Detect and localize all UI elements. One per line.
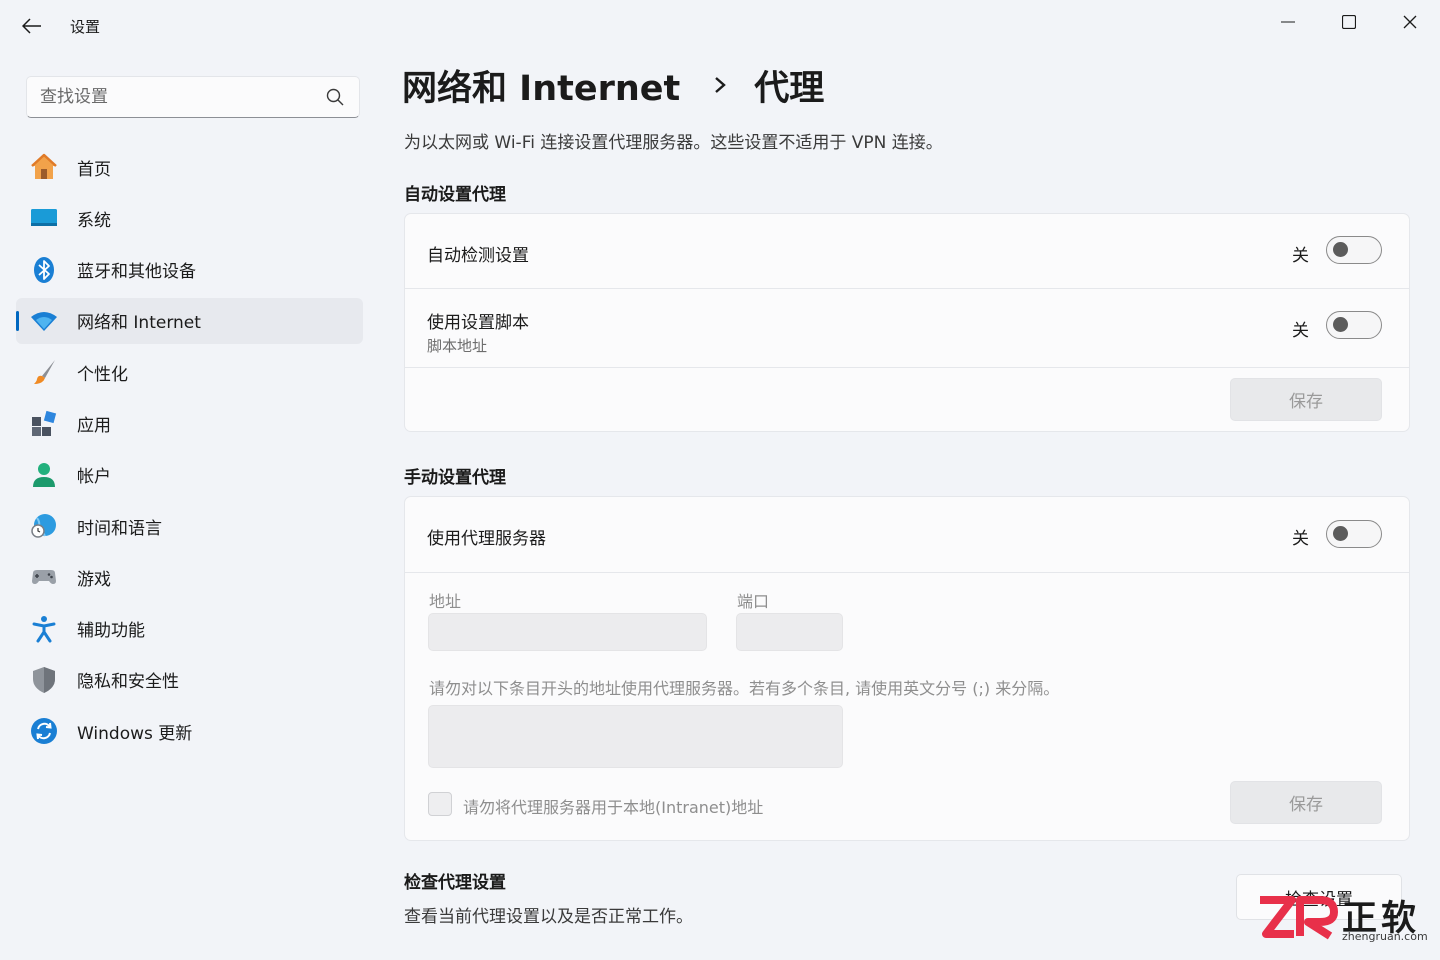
auto-detect-label: 自动检测设置 — [427, 246, 529, 266]
sidebar-item-accounts[interactable]: 帐户 — [16, 452, 363, 498]
search-input[interactable] — [27, 77, 317, 117]
sidebar-nav: 首页 系统 蓝牙和其他设备 网络和 Internet 个性化 应用 帐户 时间和… — [16, 144, 363, 760]
toggle-knob — [1333, 317, 1348, 332]
port-input[interactable] — [736, 613, 843, 651]
manual-proxy-card: 使用代理服务器 关 地址 端口 请勿对以下条目开头的地址使用代理服务器。若有多个… — [404, 496, 1410, 841]
auto-detect-row: 自动检测设置 关 — [405, 214, 1409, 289]
auto-proxy-card: 自动检测设置 关 使用设置脚本 脚本地址 关 保存 — [404, 213, 1410, 432]
use-proxy-row: 使用代理服务器 关 — [405, 497, 1409, 573]
sidebar-item-privacy[interactable]: 隐私和安全性 — [16, 657, 363, 703]
setup-script-label: 使用设置脚本 — [427, 313, 529, 333]
account-icon — [29, 460, 59, 490]
use-proxy-toggle[interactable] — [1326, 520, 1382, 548]
sidebar-item-label: 应用 — [77, 415, 111, 436]
sidebar-item-gaming[interactable]: 游戏 — [16, 554, 363, 600]
sidebar-item-personalization[interactable]: 个性化 — [16, 349, 363, 395]
port-label: 端口 — [737, 592, 770, 611]
sidebar-item-bluetooth[interactable]: 蓝牙和其他设备 — [16, 247, 363, 293]
auto-detect-state: 关 — [1292, 246, 1309, 266]
maximize-button[interactable] — [1318, 0, 1379, 44]
minimize-icon — [1280, 21, 1295, 23]
network-icon — [29, 306, 59, 336]
exceptions-input[interactable] — [428, 705, 843, 768]
breadcrumb: 网络和 Internet 代理 — [402, 58, 824, 112]
watermark: 正软 zhengruan.com — [1256, 888, 1432, 948]
script-address-sublabel: 脚本地址 — [427, 337, 488, 355]
bluetooth-icon — [29, 255, 59, 285]
sidebar-item-label: 游戏 — [77, 569, 111, 590]
page-title: 代理 — [754, 68, 825, 109]
sidebar-item-label: 系统 — [77, 210, 111, 231]
back-arrow-icon — [22, 18, 41, 34]
home-icon — [29, 152, 59, 182]
chevron-right-icon — [702, 67, 738, 103]
toggle-knob — [1333, 526, 1348, 541]
title-bar: 设置 — [0, 0, 1440, 52]
address-label: 地址 — [429, 592, 462, 611]
sidebar-item-label: 隐私和安全性 — [77, 672, 179, 693]
address-input[interactable] — [428, 613, 707, 651]
sidebar-item-label: Windows 更新 — [77, 723, 193, 744]
auto-proxy-save-button[interactable]: 保存 — [1230, 378, 1382, 421]
toggle-knob — [1333, 242, 1348, 257]
setup-script-state: 关 — [1292, 321, 1309, 341]
sidebar-item-label: 首页 — [77, 159, 111, 180]
update-icon — [29, 716, 59, 746]
auto-proxy-save-row: 保存 — [405, 368, 1409, 431]
shield-icon — [29, 665, 59, 695]
accessibility-icon — [29, 614, 59, 644]
sidebar-item-system[interactable]: 系统 — [16, 195, 363, 241]
brush-icon — [29, 357, 59, 387]
local-address-checkbox-label: 请勿将代理服务器用于本地(Intranet)地址 — [463, 798, 764, 817]
check-proxy-description: 查看当前代理设置以及是否正常工作。 — [404, 907, 693, 927]
section-title-auto-proxy: 自动设置代理 — [404, 185, 506, 205]
sidebar-item-label: 个性化 — [77, 364, 128, 385]
close-button[interactable] — [1379, 0, 1440, 44]
close-icon — [1403, 15, 1416, 29]
maximize-icon — [1341, 15, 1356, 29]
minimize-button[interactable] — [1257, 0, 1318, 44]
page-description: 为以太网或 Wi-Fi 连接设置代理服务器。这些设置不适用于 VPN 连接。 — [404, 133, 943, 153]
sidebar-item-home[interactable]: 首页 — [16, 144, 363, 190]
search-box — [26, 76, 360, 118]
sidebar-item-label: 辅助功能 — [77, 621, 145, 642]
sidebar-item-label: 帐户 — [77, 467, 111, 488]
back-button[interactable] — [14, 10, 50, 42]
globe-clock-icon — [29, 511, 59, 541]
exceptions-note: 请勿对以下条目开头的地址使用代理服务器。若有多个条目, 请使用英文分号 (;) … — [429, 679, 1060, 698]
use-proxy-label: 使用代理服务器 — [427, 529, 546, 549]
manual-proxy-fields: 地址 端口 请勿对以下条目开头的地址使用代理服务器。若有多个条目, 请使用英文分… — [405, 573, 1409, 840]
use-proxy-state: 关 — [1292, 529, 1309, 549]
breadcrumb-parent[interactable]: 网络和 Internet — [402, 60, 680, 111]
sidebar-item-apps[interactable]: 应用 — [16, 400, 363, 446]
sidebar-item-windows-update[interactable]: Windows 更新 — [16, 708, 363, 754]
sidebar-item-time-language[interactable]: 时间和语言 — [16, 503, 363, 549]
watermark-url: zhengruan.com — [1342, 930, 1428, 943]
sidebar-item-label: 蓝牙和其他设备 — [77, 262, 196, 283]
search-icon[interactable] — [317, 79, 353, 115]
setup-script-toggle[interactable] — [1326, 311, 1382, 339]
section-title-manual-proxy: 手动设置代理 — [404, 468, 506, 488]
sidebar-item-network[interactable]: 网络和 Internet — [16, 297, 363, 344]
zr-logo-icon — [1260, 896, 1338, 940]
sidebar-item-label: 网络和 Internet — [77, 313, 201, 334]
system-icon — [29, 203, 59, 233]
auto-detect-toggle[interactable] — [1326, 236, 1382, 264]
sidebar-item-accessibility[interactable]: 辅助功能 — [16, 606, 363, 652]
manual-proxy-save-button[interactable]: 保存 — [1230, 781, 1382, 824]
window-controls — [1257, 0, 1440, 44]
gamepad-icon — [29, 562, 59, 592]
sidebar-item-label: 时间和语言 — [77, 518, 162, 539]
setup-script-row: 使用设置脚本 脚本地址 关 — [405, 289, 1409, 368]
apps-icon — [29, 408, 59, 438]
local-address-checkbox[interactable] — [428, 792, 452, 816]
app-title: 设置 — [70, 18, 101, 36]
section-title-check-proxy: 检查代理设置 — [404, 873, 506, 893]
